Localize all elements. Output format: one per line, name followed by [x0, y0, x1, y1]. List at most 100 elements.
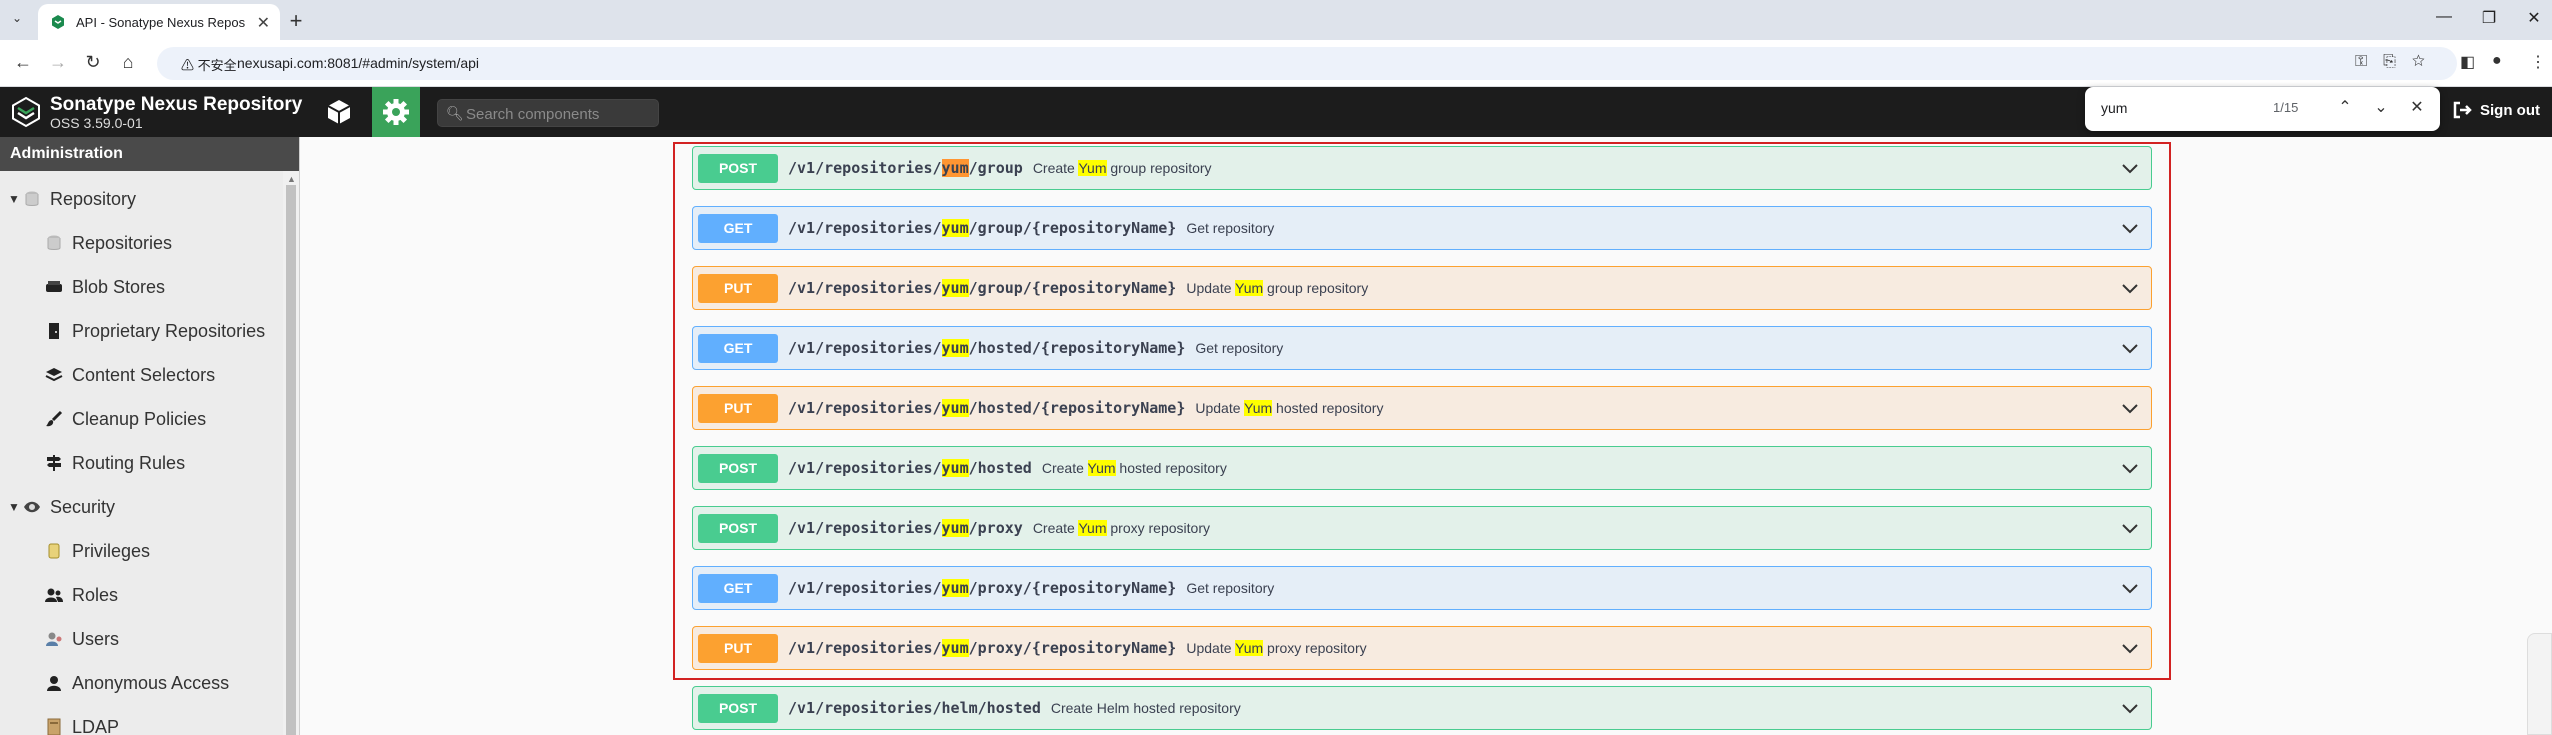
- sidebar-item-label: Content Selectors: [72, 364, 216, 385]
- sidebar-item-cleanup-policies[interactable]: Cleanup Policies: [44, 401, 206, 437]
- database-icon: [22, 189, 42, 209]
- sidebar-item-ldap[interactable]: LDAP: [44, 709, 119, 735]
- browser-tab[interactable]: API - Sonatype Nexus Repos ✕: [38, 4, 280, 40]
- chevron-down-icon[interactable]: [2121, 339, 2139, 357]
- browse-cube-icon[interactable]: [324, 97, 354, 127]
- chevron-down-icon[interactable]: [2121, 279, 2139, 297]
- summary-text: group repository: [1106, 160, 1212, 176]
- chevron-down-icon[interactable]: [2121, 519, 2139, 537]
- sidebar-item-repositories[interactable]: Repositories: [44, 225, 172, 261]
- chevron-down-icon[interactable]: [2121, 219, 2139, 237]
- home-icon[interactable]: ⌂: [117, 52, 139, 73]
- find-highlight: yum: [941, 219, 969, 237]
- chevron-down-icon[interactable]: [2121, 459, 2139, 477]
- api-operation-row[interactable]: POST/v1/repositories/helm/hosted Create H…: [692, 686, 2152, 730]
- endpoint-path: /v1/repositories/yum/hosted: [788, 459, 1032, 477]
- find-close-icon[interactable]: ✕: [2407, 97, 2427, 117]
- scroll-up-icon[interactable]: ▲: [287, 174, 296, 184]
- endpoint-summary: Create Yum hosted repository: [1042, 460, 1227, 476]
- api-operation-row[interactable]: POST/v1/repositories/yum/proxy Create Yum…: [692, 506, 2152, 550]
- sidebar-item-roles[interactable]: Roles: [44, 577, 118, 613]
- not-secure-badge[interactable]: ⚠ 不安全: [181, 55, 237, 74]
- reload-icon[interactable]: ↻: [82, 52, 104, 73]
- path-text: /hosted/{repositoryName}: [968, 399, 1186, 417]
- signpost-icon: [44, 453, 64, 473]
- search-input[interactable]: [466, 104, 652, 124]
- close-tab-icon[interactable]: ✕: [257, 13, 270, 33]
- path-text: /group/{repositoryName}: [968, 279, 1177, 297]
- api-operation-row[interactable]: POST/v1/repositories/yum/hosted Create Yu…: [692, 446, 2152, 490]
- chevron-down-icon[interactable]: [2121, 639, 2139, 657]
- find-next-icon[interactable]: ⌄: [2371, 97, 2391, 117]
- find-query-input[interactable]: yum: [2101, 100, 2127, 116]
- path-text: /v1/repositories/: [788, 399, 942, 417]
- api-operation-row[interactable]: GET/v1/repositories/yum/proxy/{repositor…: [692, 566, 2152, 610]
- chevron-down-icon[interactable]: [2121, 159, 2139, 177]
- endpoint-path: /v1/repositories/yum/group: [788, 159, 1023, 177]
- find-highlight: yum: [941, 639, 969, 657]
- layers-icon: [44, 365, 64, 385]
- eye-icon: [22, 497, 42, 517]
- endpoint-path: /v1/repositories/helm/hosted: [788, 699, 1041, 717]
- http-method-badge: POST: [698, 513, 778, 543]
- close-window-icon[interactable]: ✕: [2524, 8, 2544, 28]
- back-icon[interactable]: ←: [12, 52, 34, 73]
- sidebar-item-security[interactable]: ▼ Security: [8, 489, 115, 525]
- path-text: /v1/repositories/helm/hosted: [788, 699, 1041, 717]
- administration-gear-button[interactable]: [372, 87, 420, 137]
- restore-icon[interactable]: ❐: [2479, 8, 2499, 28]
- user-group-icon: [44, 629, 64, 649]
- forward-icon[interactable]: →: [47, 52, 69, 73]
- floating-widget[interactable]: [2527, 633, 2552, 735]
- sidebar-item-content-selectors[interactable]: Content Selectors: [44, 357, 215, 393]
- sidebar-item-users[interactable]: Users: [44, 621, 119, 657]
- sidebar-item-privileges[interactable]: Privileges: [44, 533, 150, 569]
- new-tab-button[interactable]: +: [284, 8, 308, 34]
- side-panel-icon[interactable]: ◧: [2460, 52, 2475, 72]
- expand-caret-icon[interactable]: ▼: [8, 500, 22, 514]
- summary-text: hosted repository: [1115, 460, 1227, 476]
- chrome-menu-icon[interactable]: ⋮: [2530, 52, 2546, 72]
- path-text: /hosted: [968, 459, 1032, 477]
- chevron-down-icon[interactable]: [2121, 579, 2139, 597]
- find-in-page-bar: yum 1/15 ⌃ ⌄ ✕: [2085, 87, 2440, 131]
- summary-text: hosted repository: [1272, 400, 1384, 416]
- sidebar-item-routing-rules[interactable]: Routing Rules: [44, 445, 185, 481]
- url-text[interactable]: nexusapi.com:8081/#admin/system/api: [237, 55, 479, 71]
- minimize-icon[interactable]: —: [2434, 8, 2454, 26]
- path-text: /proxy/{repositoryName}: [968, 639, 1177, 657]
- sidebar-item-repository[interactable]: ▼ Repository: [8, 181, 136, 217]
- tab-search-button[interactable]: ⌄: [8, 11, 26, 29]
- find-previous-icon[interactable]: ⌃: [2335, 97, 2355, 117]
- sidebar-item-anonymous-access[interactable]: Anonymous Access: [44, 665, 229, 701]
- user-icon: [44, 673, 64, 693]
- chevron-down-icon[interactable]: [2121, 399, 2139, 417]
- api-operation-row[interactable]: GET/v1/repositories/yum/hosted/{reposito…: [692, 326, 2152, 370]
- summary-text: Update: [1186, 640, 1236, 656]
- api-operation-row[interactable]: PUT/v1/repositories/yum/group/{repositor…: [692, 266, 2152, 310]
- address-bar[interactable]: ⚠ 不安全 nexusapi.com:8081/#admin/system/ap…: [157, 47, 2457, 80]
- profile-icon[interactable]: ●: [2492, 52, 2502, 70]
- sidebar-item-blob-stores[interactable]: Blob Stores: [44, 269, 165, 305]
- api-operation-row[interactable]: GET/v1/repositories/yum/group/{repositor…: [692, 206, 2152, 250]
- sidebar-item-label: Users: [72, 628, 120, 649]
- api-operation-row[interactable]: PUT/v1/repositories/yum/proxy/{repositor…: [692, 626, 2152, 670]
- sign-out-button[interactable]: Sign out: [2452, 101, 2540, 119]
- expand-caret-icon[interactable]: ▼: [8, 192, 22, 206]
- endpoint-path: /v1/repositories/yum/proxy/{repositoryNa…: [788, 579, 1176, 597]
- component-search[interactable]: 🔍︎: [437, 99, 659, 127]
- search-icon: 🔍︎: [446, 105, 464, 121]
- endpoint-path: /v1/repositories/yum/hosted/{repositoryN…: [788, 399, 1185, 417]
- sidebar-item-proprietary-repositories[interactable]: Proprietary Repositories: [44, 313, 265, 349]
- find-highlight: Yum: [1087, 460, 1116, 476]
- sidebar-scrollbar[interactable]: ▲: [283, 171, 299, 735]
- chevron-down-icon[interactable]: [2121, 699, 2139, 717]
- http-method-badge: GET: [698, 573, 778, 603]
- api-operation-row[interactable]: PUT/v1/repositories/yum/hosted/{reposito…: [692, 386, 2152, 430]
- sign-out-label: Sign out: [2480, 101, 2540, 119]
- api-operation-row[interactable]: POST/v1/repositories/yum/group Create Yum…: [692, 146, 2152, 190]
- omnibox-actions[interactable]: ⚿⎘☆: [2355, 53, 2441, 71]
- scrollbar-thumb[interactable]: [286, 185, 296, 735]
- summary-text: Create Helm hosted repository: [1050, 700, 1241, 716]
- product-version: OSS 3.59.0-01: [50, 115, 143, 131]
